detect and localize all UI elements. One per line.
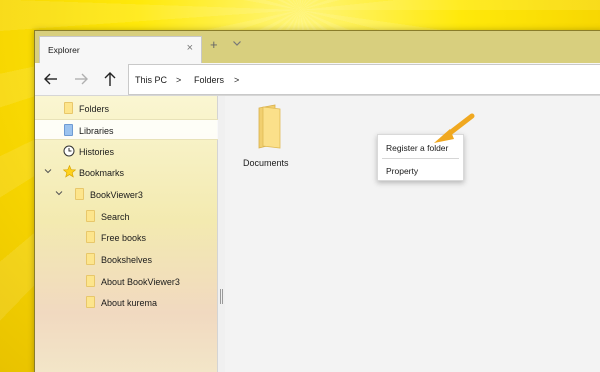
- folder-icon: [75, 188, 84, 200]
- sidebar-item-search[interactable]: Search: [35, 206, 218, 227]
- breadcrumb-this-pc[interactable]: This PC: [135, 75, 167, 85]
- folder-icon: [64, 102, 73, 114]
- address-bar[interactable]: This PC > Folders >: [128, 64, 600, 95]
- clock-icon: [63, 145, 75, 157]
- chevron-down-icon[interactable]: [44, 167, 52, 175]
- tab-close-button[interactable]: ×: [187, 42, 193, 54]
- sidebar-item-label: Histories: [79, 147, 115, 157]
- sidebar-item-label: Bookmarks: [79, 168, 125, 178]
- sidebar-item-free-books[interactable]: Free books: [35, 227, 218, 248]
- sidebar-item-folders[interactable]: Folders: [35, 98, 218, 119]
- forward-arrow-icon[interactable]: [73, 71, 89, 87]
- sidebar-splitter-handle[interactable]: [220, 289, 223, 304]
- folder-icon: [86, 296, 95, 308]
- menu-item-property[interactable]: Property: [378, 160, 463, 181]
- folder-icon: [258, 104, 281, 149]
- sidebar-item-label: About BookViewer3: [101, 277, 180, 287]
- sidebar-item-histories[interactable]: Histories: [35, 141, 218, 162]
- menu-item-label: Property: [386, 166, 419, 176]
- sidebar-item-bookviewer3[interactable]: BookViewer3: [35, 184, 218, 205]
- folder-icon: [86, 253, 95, 265]
- title-bar: Explorer × +: [35, 31, 600, 63]
- explorer-window: Explorer × + This PC > Folders > Folders…: [34, 30, 600, 372]
- sidebar-item-about-kurema[interactable]: About kurema: [35, 292, 218, 313]
- sidebar-item-libraries[interactable]: Libraries: [35, 119, 218, 140]
- tab-list-chevron-icon[interactable]: [232, 38, 242, 48]
- folder-icon: [86, 231, 95, 243]
- tab-explorer[interactable]: Explorer ×: [39, 36, 202, 63]
- sidebar-item-bookmarks[interactable]: Bookmarks: [35, 162, 218, 183]
- toolbar: This PC > Folders >: [35, 63, 600, 96]
- folder-icon: [86, 210, 95, 222]
- pointer-arrow-icon: [434, 113, 475, 143]
- chevron-down-icon[interactable]: [55, 189, 63, 197]
- folder-item-label: Documents: [243, 158, 289, 168]
- breadcrumb-separator[interactable]: >: [234, 75, 239, 85]
- back-arrow-icon[interactable]: [43, 71, 59, 87]
- new-tab-button[interactable]: +: [210, 37, 218, 52]
- star-icon: [63, 165, 76, 178]
- sidebar-item-about-bookviewer3[interactable]: About BookViewer3: [35, 271, 218, 292]
- sidebar-item-label: Free books: [101, 233, 147, 243]
- sidebar-item-label: Libraries: [79, 126, 114, 136]
- sidebar-item-label: Search: [101, 212, 130, 222]
- menu-separator: [382, 158, 459, 159]
- sidebar-item-label: Folders: [79, 104, 110, 114]
- sidebar-item-label: About kurema: [101, 298, 158, 308]
- up-arrow-icon[interactable]: [102, 71, 118, 87]
- breadcrumb-folders[interactable]: Folders: [194, 75, 224, 85]
- breadcrumb-separator[interactable]: >: [176, 75, 181, 85]
- content-pane: Documents Register a folder Property: [225, 96, 600, 372]
- sidebar-item-label: BookViewer3: [90, 190, 143, 200]
- folder-icon: [86, 275, 95, 287]
- sidebar-item-bookshelves[interactable]: Bookshelves: [35, 249, 218, 270]
- sidebar: Folders Libraries Histories Bookmarks Bo…: [35, 96, 218, 372]
- tab-title: Explorer: [48, 45, 80, 55]
- sidebar-item-label: Bookshelves: [101, 255, 153, 265]
- library-icon: [64, 124, 73, 136]
